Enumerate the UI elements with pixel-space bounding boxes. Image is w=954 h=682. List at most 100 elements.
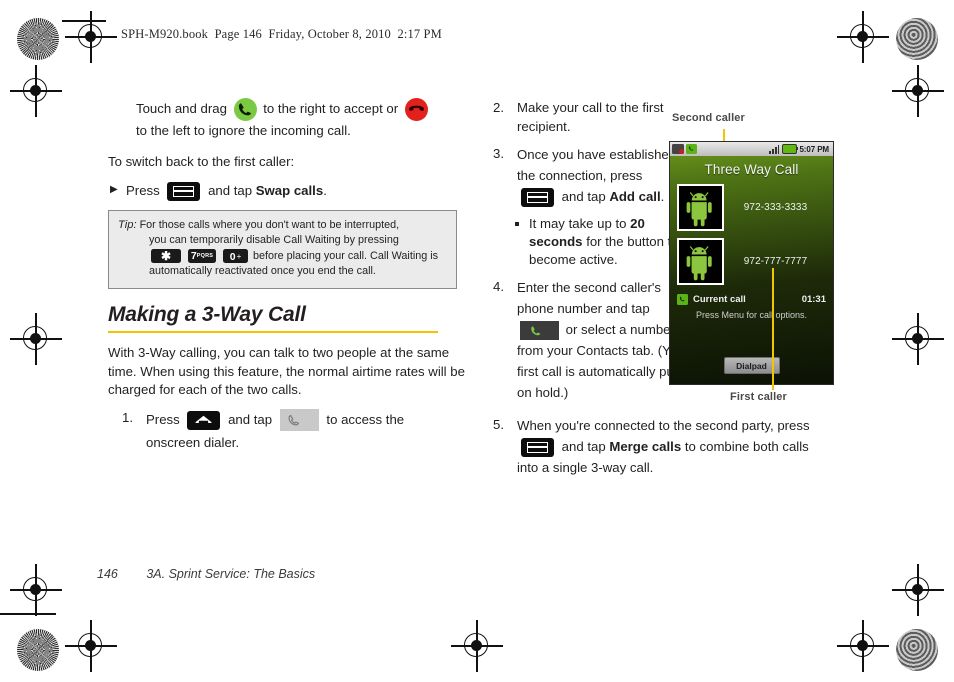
step-4-body: Enter the second caller's phone number a… — [517, 277, 689, 403]
android-robot-avatar — [677, 184, 724, 231]
incoming-call-text-3: to the left to ignore the incoming call. — [136, 123, 351, 138]
message-icon — [672, 144, 684, 154]
current-call-row: Current call 01:31 — [670, 294, 833, 305]
step-5-text-2: and tap — [561, 439, 606, 455]
callout-first-caller: First caller — [730, 391, 787, 403]
phone-screen: 5:07 PM Three Way Call 972-333-3333 972-… — [669, 141, 834, 385]
step-4-text-1: Enter the second caller's phone number a… — [517, 280, 661, 317]
red-end-call-icon — [404, 98, 428, 121]
step-1-line-2: onscreen dialer. — [146, 435, 240, 451]
battery-icon — [781, 144, 799, 154]
swap-calls-body: Press and tap Swap calls. — [126, 180, 473, 202]
caller-row-first: 972-777-7777 — [670, 238, 833, 285]
registration-mark-bottom-center — [451, 620, 503, 672]
incoming-call-instruction: Touch and drag to the right to accept or… — [136, 98, 473, 141]
add-call-label: Add call — [609, 189, 661, 204]
square-bullet-icon — [515, 215, 529, 234]
step-3-number: 3. — [493, 146, 504, 161]
tip-line-4: automatically reactivated once you end t… — [149, 265, 376, 277]
tip-line-3: ✱ 7PQRS 0+ before placing your call. Cal… — [118, 248, 447, 265]
step-2-number: 2. — [493, 100, 504, 115]
step-1-text-1: Press — [146, 411, 180, 427]
registration-mark-top-left-inner — [65, 11, 117, 63]
incoming-call-text-2: to the right to accept or — [263, 100, 399, 116]
step-5-text-1: When you're connected to the second part… — [517, 418, 810, 434]
step-3-substep: It may take up to 20 seconds for the but… — [515, 215, 685, 269]
registration-mark-left-lower — [10, 564, 62, 616]
caller-number: 972-777-7777 — [743, 256, 808, 267]
current-call-label: Current call — [693, 294, 746, 305]
status-right-icons: 5:07 PM — [769, 144, 831, 154]
status-time: 5:07 PM — [799, 144, 829, 154]
swap-calls-text-2: and tap — [208, 182, 253, 198]
leader-line-first-caller — [772, 268, 775, 390]
step-1-text-3: to access the — [326, 411, 405, 427]
step-1: 1. Press and tap to access the onscreen … — [122, 408, 473, 455]
left-column: Touch and drag to the right to accept or… — [108, 98, 473, 454]
phone-status-bar: 5:07 PM — [670, 142, 833, 156]
step-2: 2. Make your call to the first recipient… — [493, 98, 678, 136]
swap-calls-text-1: Press — [126, 182, 160, 198]
section-rule — [108, 330, 438, 334]
footer-section-title: 3A. Sprint Service: The Basics — [146, 567, 316, 581]
triangle-bullet-icon: ▶ — [110, 183, 118, 195]
registration-mark-right-lower — [892, 564, 944, 616]
step-3-body: Once you have established the connection… — [517, 144, 683, 208]
status-left-icons — [672, 144, 697, 154]
registration-mark-right-upper — [892, 65, 944, 117]
tip-text-1: For those calls where you don't want to … — [139, 218, 400, 231]
footer-page-number: 146 — [97, 567, 118, 581]
registration-mark-bottom-left-inner — [65, 620, 117, 672]
trim-line-bottom-left — [0, 613, 56, 615]
merge-calls-label: Merge calls — [609, 439, 682, 455]
registration-mark-top-right-inner — [837, 11, 889, 63]
substep-text-1: It may take up to — [529, 216, 627, 232]
tip-box: Tip: For those calls where you don't wan… — [108, 209, 457, 289]
press-menu-hint: Press Menu for call options. — [695, 310, 808, 320]
green-answer-call-icon — [233, 98, 257, 121]
section-body: With 3-Way calling, you can talk to two … — [108, 345, 465, 398]
step-3-period: . — [660, 189, 665, 204]
dialer-button-icon — [279, 409, 319, 432]
switch-back-lead: To switch back to the first caller: — [108, 154, 295, 169]
green-call-icon — [677, 294, 688, 305]
step-1-text-2: and tap — [228, 411, 273, 427]
step-2-body: Make your call to the first recipient. — [517, 100, 664, 134]
phone-screenshot: 5:07 PM Three Way Call 972-333-3333 972-… — [669, 141, 834, 385]
registration-mark-left-upper — [10, 65, 62, 117]
step-1-number: 1. — [122, 409, 133, 425]
star-key-icon: ✱ — [151, 248, 181, 263]
tip-line-2: you can temporarily disable Call Waiting… — [149, 234, 399, 246]
swap-calls-period: . — [323, 182, 327, 198]
phone-screen-title: Three Way Call — [704, 162, 799, 177]
swap-calls-step: ▶ Press and tap Swap calls. — [108, 180, 473, 202]
caller-row-second: 972-333-3333 — [670, 184, 833, 231]
callout-second-caller: Second caller — [672, 112, 745, 124]
step-3: 3. Once you have established the connect… — [493, 144, 683, 208]
page-footer: 146 3A. Sprint Service: The Basics — [97, 567, 315, 581]
trim-line-top-left — [62, 20, 106, 22]
step-5-body: When you're connected to the second part… — [517, 415, 833, 478]
caller-number: 972-333-3333 — [743, 202, 808, 213]
color-target-bottom-left — [17, 629, 59, 671]
tip-text-3: before placing your call. Call Waiting i… — [253, 249, 439, 262]
page-title: Making a 3-Way Call — [108, 302, 306, 326]
menu-key-icon — [167, 181, 201, 201]
registration-mark-right-middle — [892, 313, 944, 365]
step-3-substep-body: It may take up to 20 seconds for the but… — [529, 215, 685, 269]
color-target-top-left — [17, 18, 59, 60]
registration-mark-bottom-right-inner — [837, 620, 889, 672]
zero-plus-key-icon: 0+ — [223, 248, 248, 263]
call-button-icon — [520, 321, 559, 341]
call-active-icon — [686, 144, 697, 154]
step-4: 4. Enter the second caller's phone numbe… — [493, 277, 689, 403]
book-header: SPH-M920.book Page 146 Friday, October 8… — [121, 27, 442, 41]
registration-mark-left-middle — [10, 313, 62, 365]
current-call-timer: 01:31 — [801, 294, 826, 305]
color-target-bottom-right — [896, 629, 938, 671]
menu-key-icon — [521, 438, 554, 458]
step-5-number: 5. — [493, 417, 504, 433]
tip-line-1: Tip: For those calls where you don't wan… — [118, 218, 447, 234]
step-4-number: 4. — [493, 279, 504, 295]
tip-label: Tip: — [118, 218, 137, 231]
